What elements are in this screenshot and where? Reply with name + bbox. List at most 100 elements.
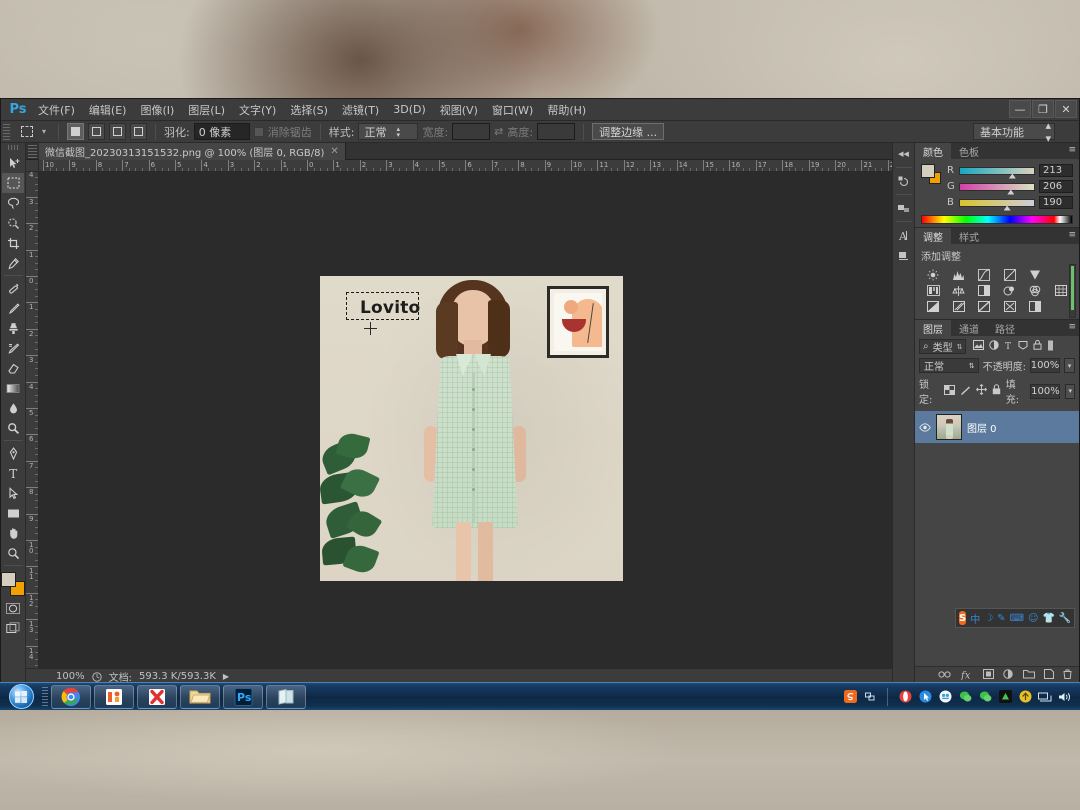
filter-toggle-icon[interactable] xyxy=(1047,340,1054,354)
panel-menu-icon[interactable]: ≡ xyxy=(1068,323,1076,332)
tray-pointer-icon[interactable] xyxy=(918,690,932,704)
link-layers-icon[interactable] xyxy=(938,669,951,682)
layer-type-filter[interactable]: ⌕ 类型 ⇅ xyxy=(919,339,967,354)
toolbox-grip[interactable] xyxy=(7,145,19,150)
options-bar-grip[interactable] xyxy=(3,123,10,140)
gradient-map-icon[interactable] xyxy=(998,300,1023,313)
filter-shape-icon[interactable] xyxy=(1018,340,1028,353)
delete-layer-icon[interactable] xyxy=(1063,669,1072,682)
hand-tool[interactable] xyxy=(2,523,24,543)
tab-paths[interactable]: 路径 xyxy=(987,320,1023,336)
zoom-tool[interactable] xyxy=(2,543,24,563)
history-brush-tool[interactable] xyxy=(2,338,24,358)
paragraph-panel-icon[interactable] xyxy=(895,246,913,264)
posterize-icon[interactable] xyxy=(947,300,972,313)
rectangular-marquee-tool[interactable] xyxy=(2,173,24,193)
panel-menu-icon[interactable]: ≡ xyxy=(1068,231,1076,240)
dodge-tool[interactable] xyxy=(2,418,24,438)
minimize-button[interactable]: — xyxy=(1009,100,1031,118)
taskbar-item-chrome[interactable] xyxy=(51,684,91,709)
tray-wechat-icon[interactable] xyxy=(958,690,972,704)
menu-3d[interactable]: 3D(D) xyxy=(386,100,433,119)
slider-g[interactable] xyxy=(959,182,1035,195)
menu-type[interactable]: 文字(Y) xyxy=(232,99,283,121)
vertical-ruler[interactable]: 43210123456789101112131415 xyxy=(26,172,39,668)
eyedropper-tool[interactable] xyxy=(2,253,24,273)
ime-toolbar[interactable]: S 中 ☽ ✎ ⌨ ☺ 👕 🔧 xyxy=(955,608,1075,628)
slider-b[interactable] xyxy=(959,198,1035,211)
channel-value-g[interactable]: 206 xyxy=(1039,180,1073,193)
taskbar-item-photoshop[interactable]: Ps xyxy=(223,684,263,709)
tab-channels[interactable]: 通道 xyxy=(951,320,987,336)
tray-volume-icon[interactable] xyxy=(1058,690,1072,704)
channel-mixer-icon[interactable] xyxy=(1023,284,1048,297)
black-white-icon[interactable] xyxy=(972,284,997,297)
actions-panel-icon[interactable] xyxy=(895,199,913,217)
status-menu-arrow-icon[interactable]: ▶ xyxy=(223,672,229,681)
menu-window[interactable]: 窗口(W) xyxy=(485,99,540,121)
intersect-selection-button[interactable] xyxy=(130,123,148,140)
close-button[interactable]: ✕ xyxy=(1055,100,1077,118)
document-image[interactable]: Lovito xyxy=(320,276,623,581)
channel-value-r[interactable]: 213 xyxy=(1039,164,1073,177)
style-select[interactable]: 正常 ▴ ▾ xyxy=(358,123,419,140)
taskbar-item-notes[interactable] xyxy=(266,684,306,709)
restore-button[interactable]: ❐ xyxy=(1032,100,1054,118)
swap-dimensions-icon[interactable]: ⇄ xyxy=(494,125,503,138)
rectangle-tool[interactable] xyxy=(2,503,24,523)
quick-mask-button[interactable] xyxy=(2,598,24,618)
tray-expand-icon[interactable] xyxy=(863,690,877,704)
fill-value[interactable]: 100% xyxy=(1030,383,1061,399)
ruler-corner[interactable] xyxy=(26,160,39,172)
path-selection-tool[interactable] xyxy=(2,483,24,503)
color-swatches[interactable] xyxy=(1,572,25,596)
threshold-icon[interactable] xyxy=(972,300,997,313)
layer-row[interactable]: 图层 0 xyxy=(915,411,1079,443)
blur-tool[interactable] xyxy=(2,398,24,418)
menu-layer[interactable]: 图层(L) xyxy=(181,99,232,121)
tab-layers[interactable]: 图层 xyxy=(915,320,951,336)
slider-r[interactable] xyxy=(959,166,1035,179)
lock-all-icon[interactable] xyxy=(992,384,1001,398)
opacity-value[interactable]: 100% xyxy=(1030,358,1060,373)
exposure-icon[interactable] xyxy=(998,268,1023,281)
channel-value-b[interactable]: 190 xyxy=(1039,196,1073,209)
tab-adjustments[interactable]: 调整 xyxy=(915,228,951,244)
canvas[interactable]: Lovito xyxy=(39,172,892,668)
lock-image-pixels-icon[interactable] xyxy=(960,385,971,398)
new-layer-icon[interactable] xyxy=(1044,669,1054,682)
color-panel-swatches[interactable] xyxy=(921,164,941,184)
start-button[interactable] xyxy=(0,683,42,711)
menu-filter[interactable]: 滤镜(T) xyxy=(335,99,386,121)
tray-app-icon[interactable] xyxy=(998,690,1012,704)
adjustments-scrollbar[interactable] xyxy=(1069,264,1076,318)
filter-adjustment-icon[interactable] xyxy=(989,340,1000,353)
layer-visibility-icon[interactable] xyxy=(919,422,931,432)
brush-tool[interactable] xyxy=(2,298,24,318)
character-panel-icon[interactable]: A xyxy=(895,226,913,244)
lasso-tool[interactable] xyxy=(2,193,24,213)
vibrance-icon[interactable] xyxy=(1023,268,1048,281)
add-to-selection-button[interactable] xyxy=(88,123,106,140)
taskbar-item-explorer[interactable] xyxy=(180,684,220,709)
brightness-contrast-icon[interactable] xyxy=(921,268,946,281)
panel-menu-icon[interactable]: ≡ xyxy=(1068,146,1076,155)
new-selection-button[interactable] xyxy=(67,123,85,140)
hue-saturation-icon[interactable] xyxy=(921,284,946,297)
width-input[interactable] xyxy=(452,123,491,140)
lock-transparent-pixels-icon[interactable] xyxy=(943,384,955,398)
selective-color-icon[interactable] xyxy=(1023,300,1048,313)
healing-brush-tool[interactable] xyxy=(2,278,24,298)
tab-bar-grip[interactable] xyxy=(28,144,37,158)
layer-name[interactable]: 图层 0 xyxy=(967,420,997,435)
subtract-from-selection-button[interactable] xyxy=(109,123,127,140)
active-tool-icon[interactable] xyxy=(16,123,38,141)
height-input[interactable] xyxy=(537,123,576,140)
screen-mode-button[interactable] xyxy=(2,618,24,638)
workspace-switcher[interactable]: 基本功能 ▴ ▾ xyxy=(973,119,1055,145)
tray-opera-icon[interactable] xyxy=(898,690,912,704)
menu-image[interactable]: 图像(I) xyxy=(133,99,181,121)
document-tab[interactable]: 微信截图_20230313151532.png @ 100% (图层 0, RG… xyxy=(39,142,346,160)
menu-file[interactable]: 文件(F) xyxy=(31,99,82,121)
fill-stepper-icon[interactable]: ▾ xyxy=(1065,383,1075,399)
